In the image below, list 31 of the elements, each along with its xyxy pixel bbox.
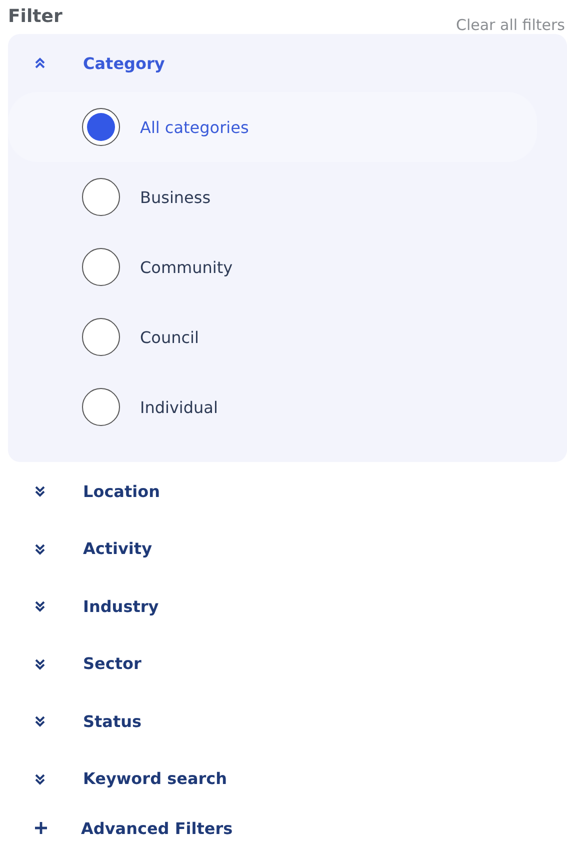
option-label: Business <box>140 188 211 207</box>
option-label: Individual <box>140 398 218 417</box>
filter-title: Filter <box>8 6 62 27</box>
option-label: All categories <box>140 118 249 137</box>
radio-option[interactable]: Individual <box>8 372 537 442</box>
radio-button[interactable] <box>82 178 120 216</box>
chevrons-up-icon <box>34 57 46 70</box>
advanced-filters-button[interactable]: Advanced Filters <box>0 813 567 843</box>
chevrons-down-icon <box>34 658 46 670</box>
section-header[interactable]: Industry <box>8 577 159 635</box>
section-header[interactable]: Keyword search <box>8 750 228 808</box>
radio-button[interactable] <box>82 248 120 286</box>
plus-icon <box>34 821 48 836</box>
chevrons-down-icon <box>34 772 46 784</box>
option-label: Council <box>140 328 199 347</box>
chevrons-down-icon <box>34 542 46 554</box>
radio-button[interactable] <box>82 318 120 356</box>
radio-button[interactable] <box>82 388 120 426</box>
chevrons-down-icon <box>34 600 46 612</box>
section-header[interactable]: Activity <box>8 520 152 578</box>
radio-option[interactable]: Council <box>8 302 537 372</box>
radio-button[interactable] <box>82 108 120 146</box>
section-header[interactable]: Category <box>8 34 165 92</box>
option-label: Community <box>140 258 233 277</box>
section-header[interactable]: Status <box>8 692 142 750</box>
radio-option[interactable]: Business <box>8 162 537 232</box>
section-header[interactable]: Sector <box>8 634 142 692</box>
section-header[interactable]: Location <box>8 462 160 520</box>
chevrons-down-icon <box>34 715 46 727</box>
radio-option[interactable]: Community <box>8 232 537 302</box>
chevrons-down-icon <box>34 485 46 497</box>
